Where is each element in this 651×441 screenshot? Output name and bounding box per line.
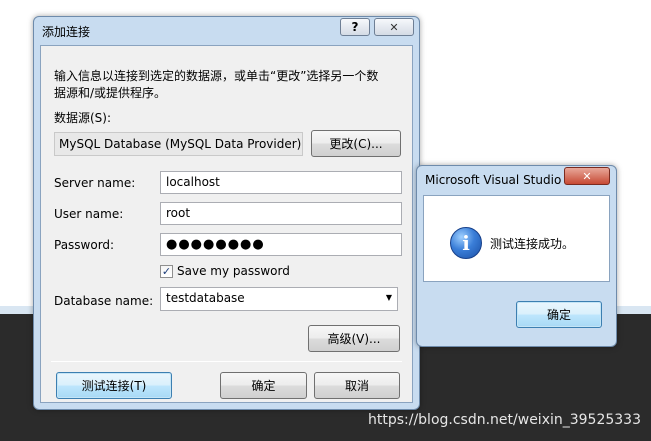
dialog-body: 输入信息以连接到选定的数据源，或单击“更改”选择另一个数 据源和/或提供程序。 … xyxy=(40,45,413,403)
ok-button[interactable]: 确定 xyxy=(220,372,307,399)
message-box-body: i 测试连接成功。 xyxy=(423,195,610,282)
user-name-input[interactable]: root xyxy=(160,202,402,225)
dialog-title: 添加连接 xyxy=(42,25,91,39)
database-name-value: testdatabase xyxy=(166,291,245,305)
save-password-label[interactable]: Save my password xyxy=(177,264,290,278)
divider xyxy=(51,361,402,362)
close-button[interactable]: ✕ xyxy=(374,18,414,36)
chevron-down-icon[interactable]: ▼ xyxy=(386,293,392,302)
database-name-label: Database name: xyxy=(54,294,154,308)
password-input[interactable]: ●●●●●●●● xyxy=(160,233,402,256)
server-name-input[interactable]: localhost xyxy=(160,171,402,194)
advanced-button[interactable]: 高级(V)... xyxy=(308,325,400,352)
description-line-2: 据源和/或提供程序。 xyxy=(54,86,167,100)
message-text: 测试连接成功。 xyxy=(490,237,575,251)
help-icon: ? xyxy=(351,20,359,34)
datasource-field: MySQL Database (MySQL Data Provider) xyxy=(54,132,303,156)
message-box-close-button[interactable]: ✕ xyxy=(564,167,610,185)
user-name-label: User name: xyxy=(54,207,124,221)
information-icon: i xyxy=(450,227,482,259)
change-datasource-button[interactable]: 更改(C)... xyxy=(311,130,401,157)
message-box-title: Microsoft Visual Studio xyxy=(425,173,562,187)
add-connection-dialog: 添加连接 ? ✕ 输入信息以连接到选定的数据源，或单击“更改”选择另一个数 据源… xyxy=(33,16,420,410)
message-box: Microsoft Visual Studio ✕ i 测试连接成功。 确定 xyxy=(416,165,617,347)
description-line-1: 输入信息以连接到选定的数据源，或单击“更改”选择另一个数 xyxy=(54,69,379,83)
password-mask: ●●●●●●●● xyxy=(166,237,265,252)
password-label: Password: xyxy=(54,238,115,252)
help-button[interactable]: ? xyxy=(340,18,370,36)
close-icon: ✕ xyxy=(389,20,399,34)
check-icon: ✓ xyxy=(161,265,172,278)
message-ok-button[interactable]: 确定 xyxy=(516,301,602,328)
cancel-button[interactable]: 取消 xyxy=(314,372,400,399)
close-icon: ✕ xyxy=(582,169,592,183)
server-name-label: Server name: xyxy=(54,176,136,190)
watermark-text: https://blog.csdn.net/weixin_39525333 xyxy=(367,412,641,428)
save-password-checkbox[interactable]: ✓ xyxy=(160,265,173,278)
datasource-label: 数据源(S): xyxy=(54,111,112,125)
test-connection-button[interactable]: 测试连接(T) xyxy=(56,372,172,399)
database-name-select[interactable]: testdatabase ▼ xyxy=(160,287,398,311)
